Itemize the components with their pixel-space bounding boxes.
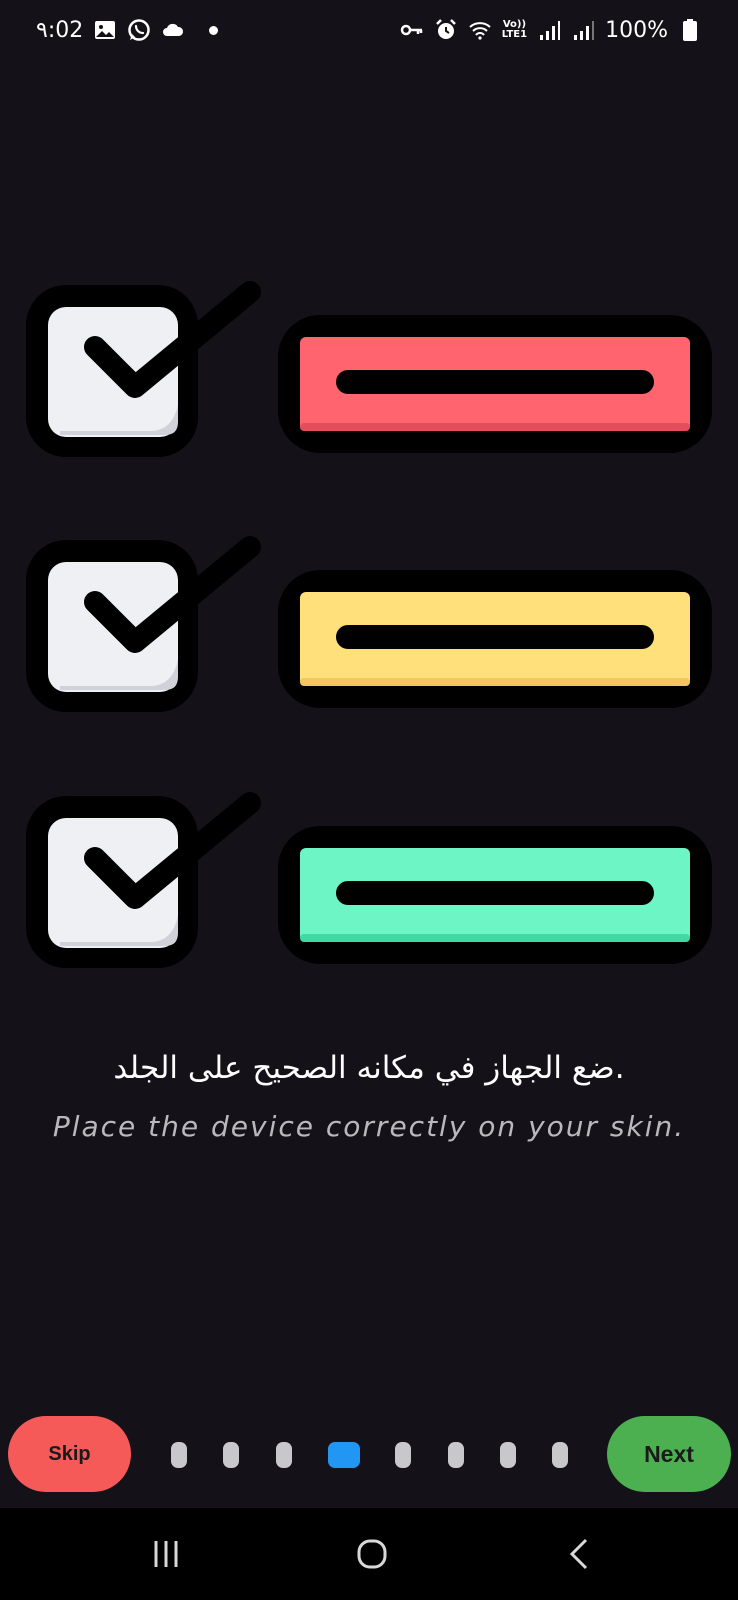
page-dot-active [328, 1442, 360, 1468]
page-dot [223, 1442, 239, 1468]
notification-dot [209, 25, 219, 35]
caption-english: Place the device correctly on your skin. [52, 1110, 686, 1143]
signal-icon [537, 18, 561, 42]
page-dot [552, 1442, 568, 1468]
checklist-graphic [26, 281, 712, 968]
page-dot [171, 1442, 187, 1468]
status-time: ٩:02 [36, 17, 84, 43]
checklist-illustration [0, 270, 738, 990]
alarm-icon [434, 18, 458, 42]
bar-line [336, 625, 654, 649]
gallery-icon [93, 18, 117, 42]
battery-icon [678, 18, 702, 42]
status-right: Vo)) LTE1 100% [400, 18, 702, 43]
bar-shadow [300, 678, 690, 686]
status-left: ٩:02 [36, 17, 219, 43]
next-button[interactable]: Next [607, 1416, 731, 1492]
bar-shadow [300, 934, 690, 942]
volte-indicator: Vo)) LTE1 [502, 20, 527, 40]
wifi-icon [468, 18, 492, 42]
status-bar: ٩:02 Vo)) LTE1 100% [0, 0, 738, 60]
back-icon[interactable] [550, 1532, 610, 1576]
lte-label: LTE1 [501, 29, 528, 40]
caption-arabic: .ضع الجهاز في مكانه الصحيح على الجلد [113, 1050, 625, 1086]
whatsapp-icon [127, 18, 151, 42]
page-dot [276, 1442, 292, 1468]
page-dot [448, 1442, 464, 1468]
system-nav-bar [0, 1508, 738, 1600]
recent-apps-icon[interactable] [136, 1532, 196, 1576]
page-dot [500, 1442, 516, 1468]
bar-line [336, 881, 654, 905]
vpn-key-icon [400, 18, 424, 42]
signal-icon [571, 18, 595, 42]
battery-percent: 100% [605, 17, 668, 43]
onboarding-screen: ٩:02 Vo)) LTE1 100% .ضع الجهاز في مكانه … [0, 0, 738, 1600]
home-icon[interactable] [342, 1532, 402, 1576]
cloud-icon [161, 18, 185, 42]
page-dot [395, 1442, 411, 1468]
bar-line [336, 370, 654, 394]
bar-shadow [300, 423, 690, 431]
